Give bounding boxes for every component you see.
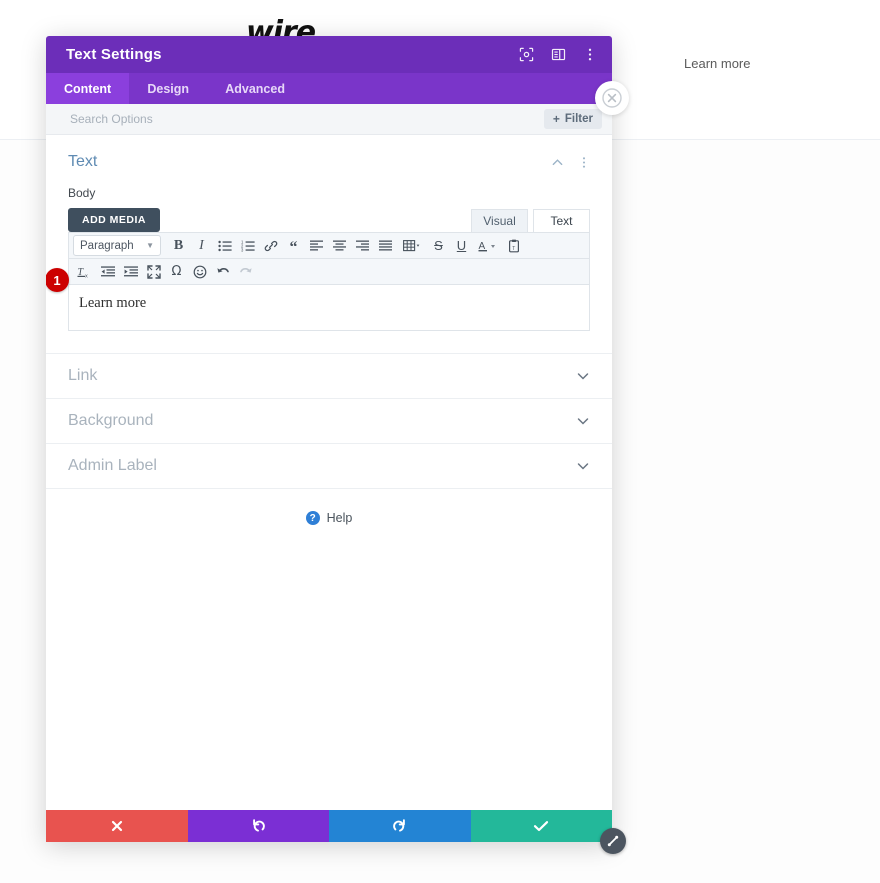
indent-icon[interactable] <box>119 261 142 282</box>
layout-panel-icon[interactable] <box>550 47 566 63</box>
focus-target-icon[interactable] <box>518 47 534 63</box>
align-justify-icon[interactable] <box>374 235 397 256</box>
text-color-icon[interactable]: A <box>473 235 503 256</box>
tab-design[interactable]: Design <box>129 73 207 104</box>
align-center-icon[interactable] <box>328 235 351 256</box>
search-options-bar: + Filter <box>46 104 612 135</box>
italic-icon[interactable]: I <box>190 235 213 256</box>
tab-content[interactable]: Content <box>46 73 130 104</box>
body-field-label: Body <box>68 186 96 200</box>
bold-icon[interactable]: B <box>167 235 190 256</box>
filter-button[interactable]: + Filter <box>543 109 602 129</box>
underline-icon[interactable]: U <box>450 235 473 256</box>
filter-label: Filter <box>564 113 593 125</box>
modal-title: Text Settings <box>66 46 162 63</box>
clear-formatting-icon[interactable]: T x <box>73 261 96 282</box>
editor-toolbar-row-2: T x Ω <box>68 259 590 285</box>
editor-content-text: Learn more <box>79 295 147 311</box>
help-question-icon: ? <box>305 511 320 525</box>
section-background[interactable]: Background <box>46 398 612 443</box>
text-settings-modal: Text Settings Content Design Advanced Se… <box>46 36 629 854</box>
redo-arrow-icon <box>392 818 408 834</box>
modal-header-actions <box>518 47 598 63</box>
editor-toolbar-row-1: Paragraph ▼ B I 1 2 3 “ S U A T <box>68 232 590 259</box>
section-kebab-menu-icon[interactable] <box>578 156 590 169</box>
editor-text-area[interactable]: 1 Learn more <box>46 268 590 331</box>
section-admin-label-label: Admin Label <box>68 457 157 474</box>
svg-text:x: x <box>85 273 88 279</box>
align-right-icon[interactable] <box>351 235 374 256</box>
emoji-icon[interactable] <box>188 261 211 282</box>
text-section-header: Text <box>68 153 590 171</box>
bulleted-list-icon[interactable] <box>213 235 236 256</box>
paste-as-text-icon[interactable]: T <box>503 235 526 256</box>
editor-tab-visual[interactable]: Visual <box>471 209 528 232</box>
strikethrough-icon[interactable]: S <box>427 235 450 256</box>
close-icon <box>110 819 124 833</box>
check-icon <box>533 819 549 833</box>
plus-icon: + <box>552 112 560 126</box>
help-label: Help <box>326 511 353 525</box>
discard-button[interactable] <box>46 810 188 842</box>
format-select-value: Paragraph <box>80 239 134 252</box>
background-learn-more-text: Learn more <box>684 56 751 71</box>
outdent-icon[interactable] <box>96 261 119 282</box>
numbered-list-icon[interactable]: 1 2 3 <box>236 235 259 256</box>
chevron-down-icon[interactable] <box>576 369 590 383</box>
save-button[interactable] <box>470 810 612 842</box>
section-link-label: Link <box>68 367 98 384</box>
search-input[interactable] <box>68 111 544 127</box>
text-section-title: Text <box>68 153 98 170</box>
chevron-up-icon[interactable] <box>551 156 564 169</box>
blockquote-icon[interactable]: “ <box>282 235 305 256</box>
special-character-icon[interactable]: Ω <box>165 261 188 282</box>
kebab-menu-icon[interactable] <box>582 47 598 63</box>
modal-body: Text Body ADD MEDIA Visual Text Paragrap… <box>46 135 612 810</box>
link-icon[interactable] <box>259 235 282 256</box>
modal-tabs: Content Design Advanced <box>46 73 612 104</box>
svg-text:T: T <box>512 246 515 252</box>
redo-button[interactable] <box>329 810 471 842</box>
resize-handle-icon[interactable] <box>600 828 626 854</box>
help-link[interactable]: ? Help <box>46 488 612 525</box>
chevron-down-icon: ▼ <box>146 241 154 250</box>
text-section: Text Body ADD MEDIA Visual Text Paragrap… <box>46 135 612 331</box>
svg-text:3: 3 <box>241 247 244 252</box>
editor-tab-text[interactable]: Text <box>533 209 590 232</box>
chevron-down-icon[interactable] <box>576 459 590 473</box>
undo-button[interactable] <box>187 810 329 842</box>
fullscreen-icon[interactable] <box>142 261 165 282</box>
close-modal-icon[interactable] <box>595 81 629 115</box>
table-icon[interactable] <box>397 235 427 256</box>
section-background-label: Background <box>68 412 154 429</box>
undo-icon[interactable] <box>211 261 234 282</box>
tab-advanced[interactable]: Advanced <box>207 73 303 104</box>
align-left-icon[interactable] <box>305 235 328 256</box>
modal-footer <box>46 810 626 854</box>
section-link[interactable]: Link <box>46 353 612 398</box>
redo-icon <box>234 261 257 282</box>
modal-header: Text Settings <box>46 36 612 73</box>
format-select[interactable]: Paragraph ▼ <box>73 235 161 256</box>
chevron-down-icon[interactable] <box>576 414 590 428</box>
add-media-button[interactable]: ADD MEDIA <box>68 208 160 232</box>
step-badge-1: 1 <box>46 268 69 292</box>
section-admin-label[interactable]: Admin Label <box>46 443 612 488</box>
undo-arrow-icon <box>250 818 266 834</box>
